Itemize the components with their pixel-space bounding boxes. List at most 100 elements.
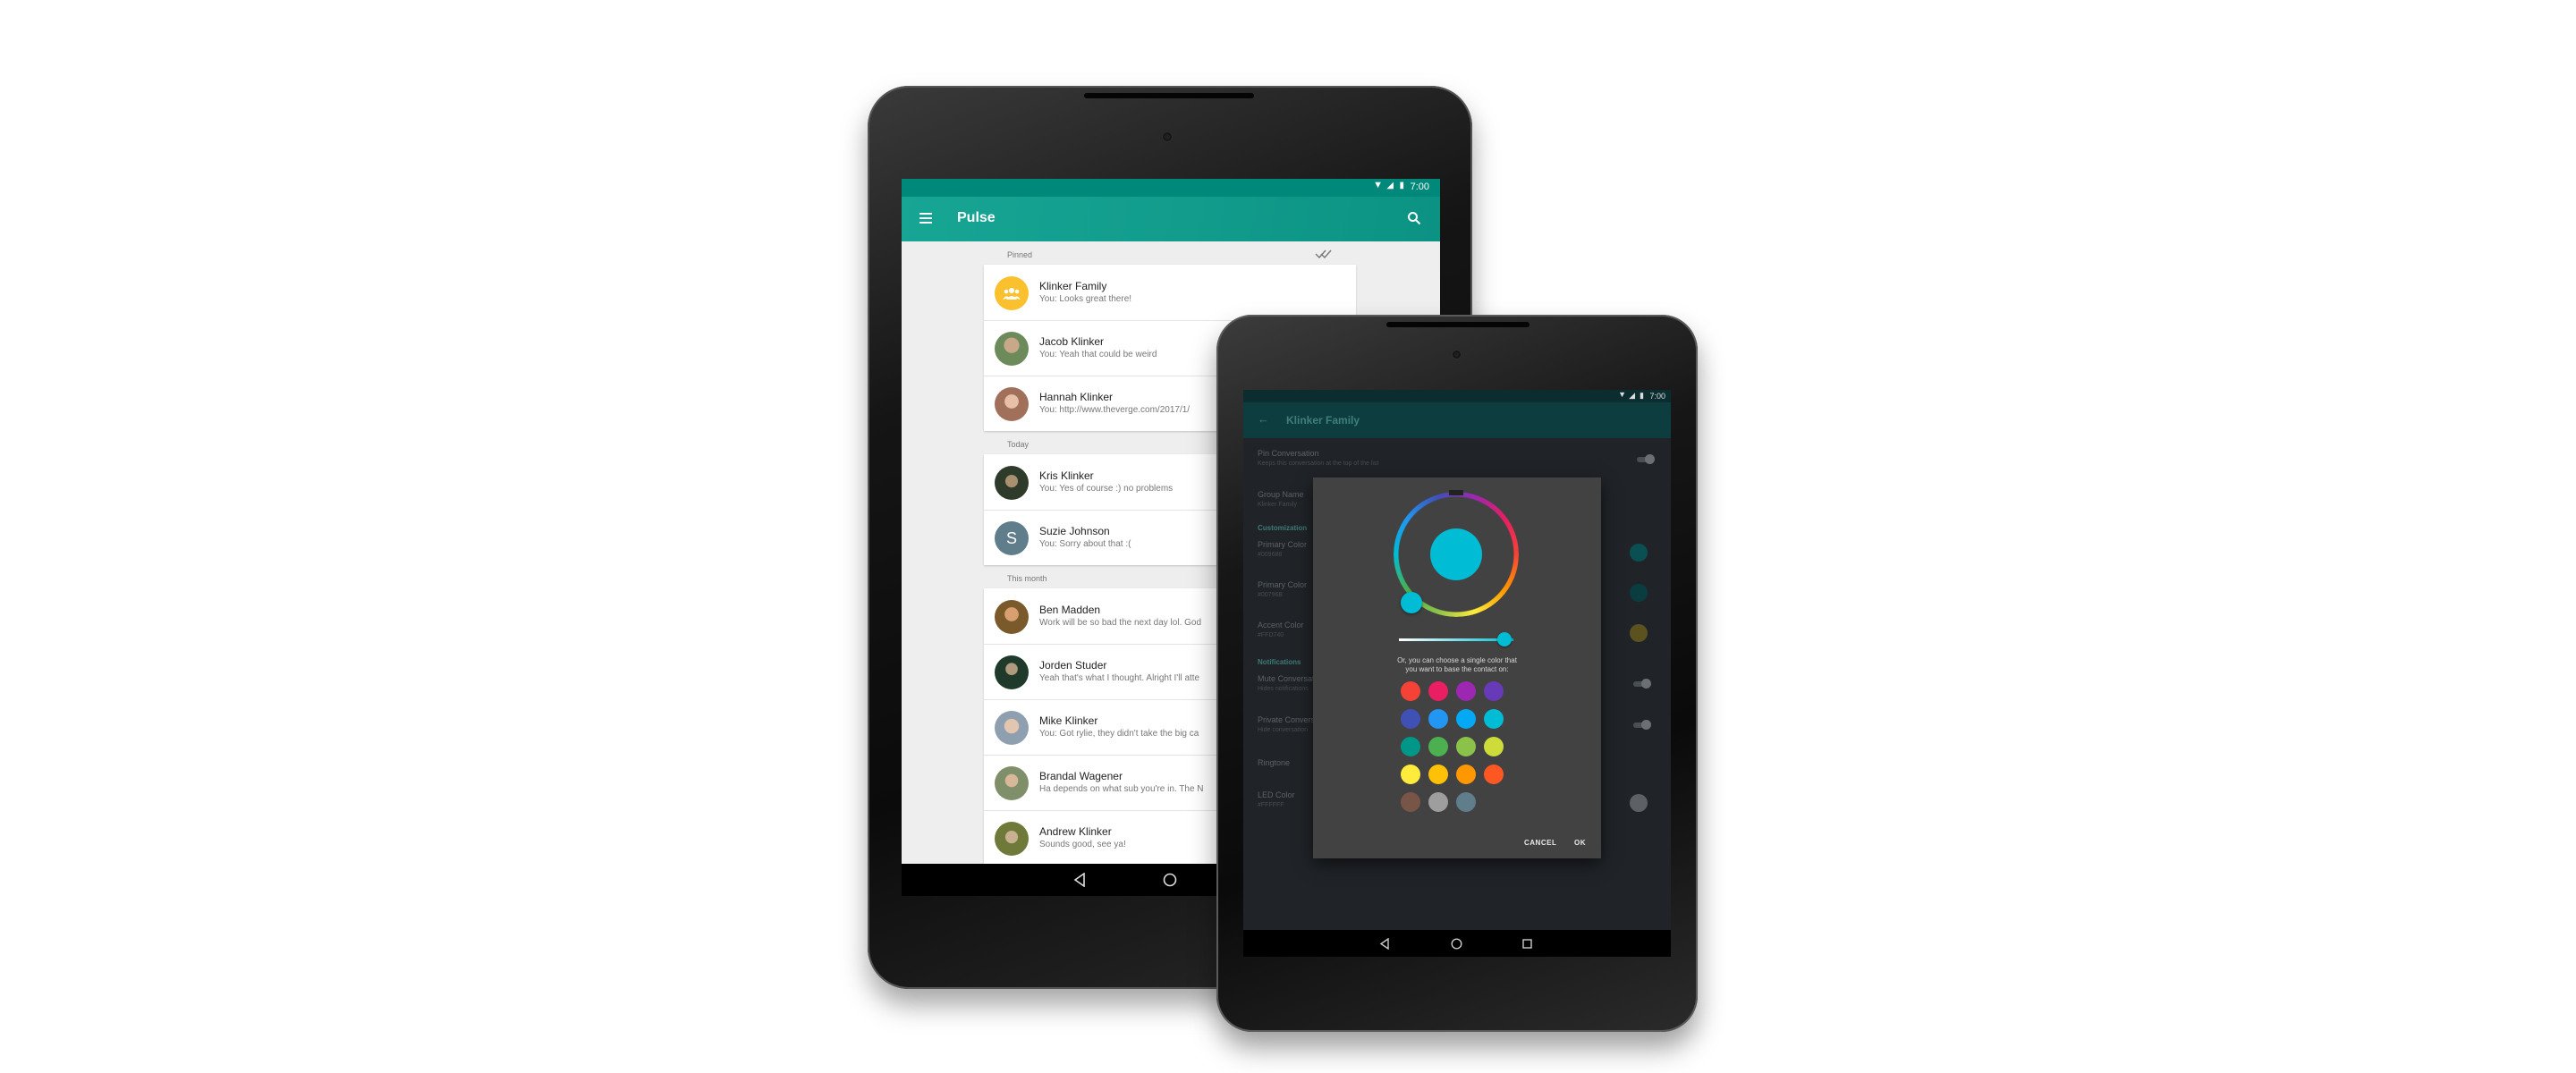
setting-pin-title: Pin Conversation xyxy=(1258,449,1319,458)
color-swatch[interactable] xyxy=(1401,681,1420,701)
conversation-snippet: You: http://www.theverge.com/2017/1/ xyxy=(1039,405,1191,415)
setting-led-subtitle: #FFFFFF xyxy=(1258,802,1284,808)
color-swatch[interactable] xyxy=(1401,709,1420,729)
right-tablet-screen: 7:00 ▮ ◢ ▼ ← Klinker Family Pin Conversa… xyxy=(1243,390,1671,957)
color-swatch[interactable] xyxy=(1428,681,1448,701)
home-icon[interactable] xyxy=(1451,938,1462,950)
saturation-slider-thumb[interactable] xyxy=(1497,632,1512,646)
section-header-today: Today xyxy=(1007,440,1030,449)
setting-led-title: LED Color xyxy=(1258,790,1295,799)
right-nav-bar xyxy=(1243,930,1671,957)
color-swatch[interactable] xyxy=(1484,737,1504,756)
back-icon[interactable] xyxy=(1073,873,1086,887)
conversation-name: Jorden Studer xyxy=(1039,659,1107,672)
conversation-name: Suzie Johnson xyxy=(1039,525,1110,537)
mark-read-icon[interactable] xyxy=(1315,249,1333,259)
conversation-snippet: You: Got rylie, they didn't take the big… xyxy=(1039,729,1199,739)
color-swatch[interactable] xyxy=(1428,709,1448,729)
conversation-snippet: Ha depends on what sub you're in. The N xyxy=(1039,784,1204,794)
color-swatch-grid xyxy=(1401,681,1517,824)
conversation-name: Jacob Klinker xyxy=(1039,335,1105,348)
left-tablet-speaker xyxy=(1084,93,1254,98)
saturation-slider-track[interactable] xyxy=(1399,638,1513,641)
right-tablet-camera xyxy=(1453,351,1461,359)
color-swatch[interactable] xyxy=(1456,792,1476,812)
setting-primary-dark-subtitle: #00796B xyxy=(1258,592,1284,598)
recents-icon[interactable] xyxy=(1522,939,1532,949)
avatar xyxy=(995,600,1029,634)
color-swatch[interactable] xyxy=(1428,737,1448,756)
status-time: 7:00 xyxy=(1410,182,1429,192)
menu-icon[interactable] xyxy=(919,213,932,224)
primary-color-dot[interactable] xyxy=(1630,544,1648,562)
color-swatch[interactable] xyxy=(1456,709,1476,729)
settings-toolbar: ← Klinker Family xyxy=(1243,402,1671,438)
cancel-button[interactable]: CANCEL xyxy=(1524,839,1556,847)
color-swatch[interactable] xyxy=(1456,765,1476,784)
mute-toggle[interactable] xyxy=(1633,679,1651,689)
wheel-indicator xyxy=(1449,490,1463,495)
home-icon[interactable] xyxy=(1163,873,1177,887)
led-color-dot[interactable] xyxy=(1630,794,1648,812)
conversation-snippet: You: Yeah that could be weird xyxy=(1039,350,1157,359)
setting-accent-title: Accent Color xyxy=(1258,621,1304,629)
setting-pin-subtitle: Keeps this conversation at the top of th… xyxy=(1258,460,1379,467)
conversation-item[interactable]: Klinker Family You: Looks great there! xyxy=(984,265,1356,321)
battery-icon: ▮ xyxy=(1399,181,1404,190)
conversation-name: Hannah Klinker xyxy=(1039,391,1114,403)
setting-group-subtitle: Klinker Family xyxy=(1258,502,1297,508)
conversation-name: Brandal Wagener xyxy=(1039,770,1123,782)
ok-button[interactable]: OK xyxy=(1574,839,1586,847)
group-icon xyxy=(1003,288,1021,300)
wifi-icon: ▼ xyxy=(1373,180,1383,190)
avatar xyxy=(995,766,1029,800)
back-arrow-icon[interactable]: ← xyxy=(1258,412,1269,426)
color-swatch[interactable] xyxy=(1401,737,1420,756)
setting-group-title: Group Name xyxy=(1258,490,1304,499)
section-notifications: Notifications xyxy=(1258,658,1301,666)
color-swatch[interactable] xyxy=(1484,765,1504,784)
color-swatch[interactable] xyxy=(1428,792,1448,812)
left-tablet-camera xyxy=(1163,132,1172,141)
accent-color-dot[interactable] xyxy=(1630,624,1648,642)
setting-accent-subtitle: #FFD740 xyxy=(1258,632,1284,638)
avatar xyxy=(995,711,1029,745)
pin-toggle[interactable] xyxy=(1637,454,1655,464)
avatar xyxy=(995,466,1029,500)
avatar xyxy=(995,332,1029,366)
back-icon[interactable] xyxy=(1379,938,1390,950)
private-toggle[interactable] xyxy=(1633,720,1651,730)
conversation-name: Klinker Family xyxy=(1039,280,1107,292)
status-bar: 7:00 ▮ ◢ ▼ xyxy=(902,179,1440,197)
color-swatch[interactable] xyxy=(1484,681,1504,701)
avatar xyxy=(995,387,1029,421)
primary-dark-color-dot[interactable] xyxy=(1630,584,1648,602)
conversation-name: Andrew Klinker xyxy=(1039,825,1112,838)
color-swatch[interactable] xyxy=(1456,737,1476,756)
battery-icon: ▮ xyxy=(1640,391,1644,400)
right-tablet-speaker xyxy=(1386,322,1530,327)
color-swatch[interactable] xyxy=(1401,765,1420,784)
setting-ringtone-title: Ringtone xyxy=(1258,758,1291,767)
wheel-handle[interactable] xyxy=(1401,592,1422,613)
search-icon[interactable] xyxy=(1407,211,1421,225)
selected-color-preview xyxy=(1430,528,1482,580)
signal-icon: ◢ xyxy=(1629,391,1635,400)
color-swatch[interactable] xyxy=(1484,709,1504,729)
color-swatch[interactable] xyxy=(1456,681,1476,701)
app-title: Pulse xyxy=(957,210,996,225)
conversation-snippet: Sounds good, see ya! xyxy=(1039,840,1126,849)
conversation-name: Ben Madden xyxy=(1039,604,1101,616)
section-header-this-month: This month xyxy=(1007,574,1047,583)
setting-primary-title: Primary Color xyxy=(1258,540,1308,549)
conversation-snippet: You: Sorry about that :( xyxy=(1039,539,1131,549)
color-swatch[interactable] xyxy=(1401,792,1420,812)
avatar: S xyxy=(995,521,1029,555)
conversation-snippet: Work will be so bad the next day lol. Go… xyxy=(1039,618,1202,628)
signal-icon: ◢ xyxy=(1386,181,1394,190)
section-customization: Customization xyxy=(1258,524,1308,532)
color-swatch[interactable] xyxy=(1428,765,1448,784)
conversation-snippet: You: Yes of course :) no problems xyxy=(1039,484,1174,494)
color-picker-dialog: Or, you can choose a single color that y… xyxy=(1313,477,1601,858)
app-toolbar: Pulse xyxy=(902,197,1440,241)
